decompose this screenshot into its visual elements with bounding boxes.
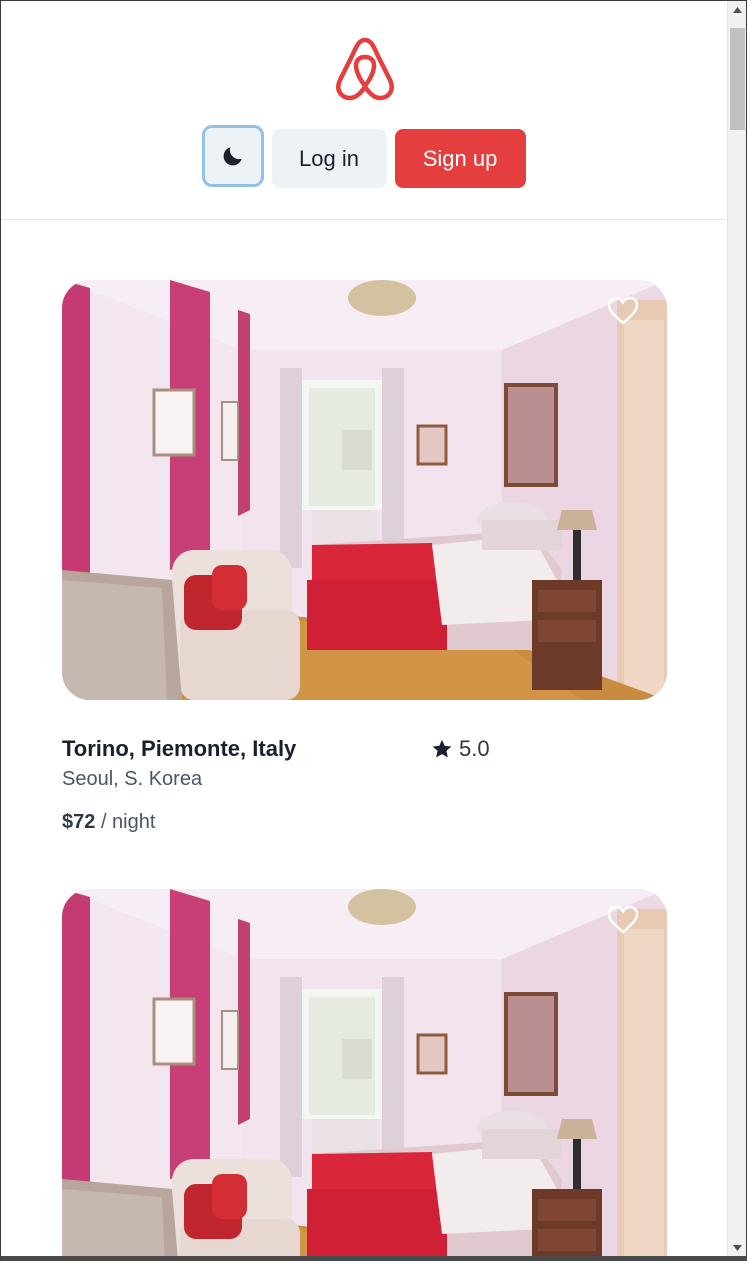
price-amount: $72 bbox=[62, 811, 96, 833]
star-icon bbox=[432, 739, 452, 758]
page-viewport: Log in Sign up Torino, Piemonte, Italy 5… bbox=[1, 1, 726, 1256]
listing-photo[interactable] bbox=[62, 889, 667, 1256]
scrollbar-thumb[interactable] bbox=[730, 28, 745, 130]
scroll-up-arrow-icon[interactable] bbox=[728, 1, 746, 18]
login-button[interactable]: Log in bbox=[271, 129, 387, 188]
listing-meta: Torino, Piemonte, Italy 5.0 bbox=[62, 736, 667, 770]
listing-card[interactable]: Torino, Piemonte, Italy 5.0 Seoul, S. Ko… bbox=[62, 280, 667, 834]
header-actions: Log in Sign up bbox=[1, 125, 726, 188]
listing-card[interactable] bbox=[62, 889, 667, 1256]
site-header: Log in Sign up bbox=[1, 1, 726, 220]
price-unit: / night bbox=[100, 811, 156, 833]
scroll-down-arrow-icon[interactable] bbox=[728, 1239, 746, 1256]
browser-frame: Log in Sign up Torino, Piemonte, Italy 5… bbox=[0, 0, 747, 1261]
listing-rating: 5.0 bbox=[431, 736, 490, 762]
airbnb-logo-icon[interactable] bbox=[334, 36, 396, 102]
theme-toggle-button[interactable] bbox=[201, 125, 264, 187]
heart-icon[interactable] bbox=[607, 905, 639, 935]
signup-button[interactable]: Sign up bbox=[394, 129, 526, 188]
room-photo bbox=[62, 889, 667, 1256]
moon-icon bbox=[223, 147, 242, 166]
listing-location: Seoul, S. Korea bbox=[62, 768, 203, 790]
heart-icon[interactable] bbox=[607, 296, 639, 326]
listing-title: Torino, Piemonte, Italy bbox=[62, 736, 297, 761]
listing-price: $72 / night bbox=[62, 811, 667, 834]
listing-photo[interactable] bbox=[62, 280, 667, 700]
rating-value: 5.0 bbox=[459, 736, 490, 761]
vertical-scrollbar[interactable] bbox=[727, 1, 746, 1256]
room-photo bbox=[62, 280, 667, 700]
